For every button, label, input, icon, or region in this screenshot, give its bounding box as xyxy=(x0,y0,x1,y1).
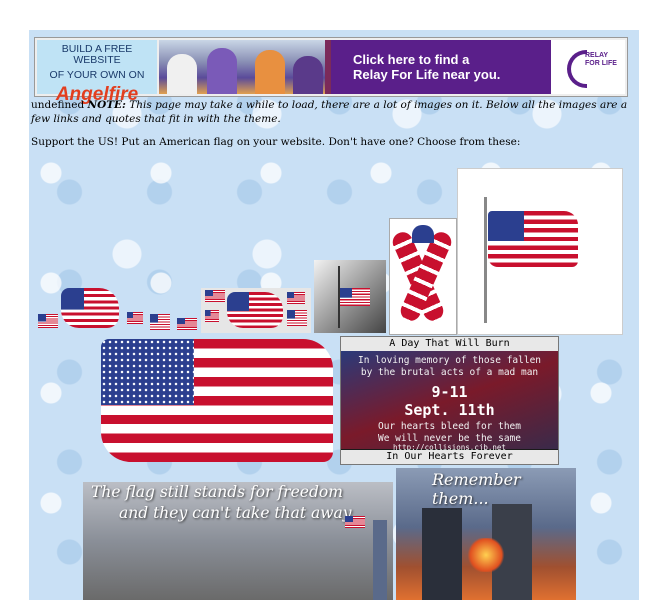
note-prefix: undefined xyxy=(31,99,88,111)
angelfire-line2: OF YOUR OWN ON xyxy=(49,69,145,81)
flag-waving-small-icon[interactable] xyxy=(127,312,143,324)
flag-waving-large-icon[interactable] xyxy=(457,168,623,335)
relay-logo-text1: RELAY xyxy=(585,52,609,59)
remember-them-photo[interactable]: Remember them... xyxy=(396,468,576,600)
angelfire-ad[interactable]: BUILD A FREE WEBSITE OF YOUR OWN ON Ange… xyxy=(37,40,157,105)
page-note: undefined NOTE: This page may take a whi… xyxy=(31,98,635,126)
angelfire-line1: BUILD A FREE WEBSITE xyxy=(61,43,133,66)
ruins-caption-line1: The flag still stands for freedom xyxy=(91,483,343,501)
ribbon-icon[interactable] xyxy=(389,218,457,335)
flag-waving-banner[interactable] xyxy=(101,339,333,462)
towers-caption: Remember them... xyxy=(432,470,521,508)
memorial-graphic[interactable]: A Day That Will Burn In loving memory of… xyxy=(340,336,559,465)
moon-icon xyxy=(567,50,587,88)
relay-line1: Click here to find a xyxy=(353,52,470,67)
flag-collection-icon[interactable] xyxy=(201,288,311,333)
memorial-line3: Our hearts bleed for them xyxy=(378,421,521,432)
support-text: Support the US! Put an American flag on … xyxy=(31,136,521,148)
memorial-line2: by the brutal acts of a mad man xyxy=(360,367,539,378)
memorial-date-long: Sept. 11th xyxy=(404,401,495,419)
memorial-line1: In loving memory of those fallen xyxy=(357,355,542,366)
relay-ad-link[interactable]: Click here to find a Relay For Life near… xyxy=(331,40,551,94)
relay-logo-text2: FOR LIFE xyxy=(585,60,617,67)
flag-small-icon[interactable] xyxy=(150,314,170,330)
memorial-bottom-caption: In Our Hearts Forever xyxy=(341,450,558,464)
flag-usa-map-icon[interactable] xyxy=(61,288,119,328)
note-label: NOTE: xyxy=(87,99,126,111)
flag-half-mast-icon[interactable] xyxy=(314,260,386,333)
relay-line2: Relay For Life near you. xyxy=(353,67,501,82)
relay-photo[interactable] xyxy=(159,40,325,94)
flag-small-icon[interactable] xyxy=(177,318,197,330)
relay-for-life-logo[interactable]: RELAY FOR LIFE xyxy=(551,40,625,94)
flag-tiny-icon[interactable] xyxy=(38,314,58,328)
ad-banner[interactable]: BUILD A FREE WEBSITE OF YOUR OWN ON Ange… xyxy=(34,37,628,105)
page-body: BUILD A FREE WEBSITE OF YOUR OWN ON Ange… xyxy=(29,30,639,600)
ruins-flag-photo[interactable]: The flag still stands for freedom and th… xyxy=(83,482,393,600)
memorial-date-short: 9-11 xyxy=(431,383,468,401)
memorial-image: In loving memory of those fallen by the … xyxy=(341,351,558,452)
memorial-top-caption: A Day That Will Burn xyxy=(341,337,558,351)
